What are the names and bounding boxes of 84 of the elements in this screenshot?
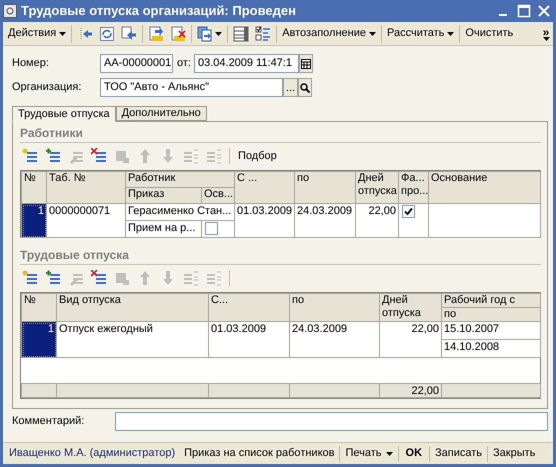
refresh-icon[interactable] — [99, 26, 116, 42]
section-title: Трудовые отпуска — [20, 247, 129, 264]
column-header[interactable]: Приказ — [126, 188, 202, 204]
column-header[interactable]: № — [22, 294, 56, 322]
field-label: Организация: — [12, 80, 82, 96]
document-arrow-icon[interactable] — [148, 26, 164, 42]
caret-icon — [369, 32, 376, 36]
delete-row-icon[interactable] — [91, 270, 107, 286]
table-cell: 15.10.2007 — [442, 322, 540, 340]
row-number[interactable]: 1 — [22, 322, 56, 358]
column-header[interactable]: Работник — [126, 172, 234, 188]
table-cell: 0000000071 — [46, 204, 126, 238]
comment-field[interactable] — [115, 412, 548, 431]
column-header[interactable]: С ... — [234, 172, 294, 204]
table-cell: Герасименко Стан... — [126, 204, 234, 220]
table-cell: 24.03.2009 — [294, 204, 356, 238]
overflow-button[interactable]: » — [539, 26, 553, 40]
rows-icon[interactable] — [233, 26, 250, 42]
menu-button[interactable]: Рассчитать — [384, 24, 458, 44]
copy-row-icon[interactable] — [45, 270, 61, 286]
table-cell: 14.10.2008 — [442, 340, 540, 358]
document-delete-icon[interactable] — [170, 26, 186, 42]
caret-icon — [59, 32, 66, 36]
column-header[interactable]: № — [22, 172, 46, 204]
column-header[interactable]: Фа... про... — [398, 172, 428, 204]
column-header[interactable]: Осв... — [202, 188, 234, 204]
date-field[interactable]: 03.04.2009 11:47:1 — [194, 54, 299, 73]
column-header[interactable]: Дней отпуска — [356, 172, 398, 204]
column-header[interactable]: по — [294, 172, 356, 204]
maximize-icon[interactable] — [517, 4, 531, 18]
calendar-button[interactable] — [298, 54, 313, 73]
column-header[interactable]: Рабочий год с — [442, 294, 540, 308]
menu-button[interactable]: Действия — [5, 24, 70, 44]
add-row-icon[interactable] — [22, 148, 38, 164]
caret-icon — [542, 36, 550, 40]
total-cell: 22,00 — [380, 384, 442, 398]
field-label: от: — [177, 56, 191, 72]
ok-button[interactable]: OK — [398, 445, 430, 462]
table-cell: Отпуск ежегодный — [56, 322, 208, 358]
arrow-right-icon[interactable] — [121, 26, 138, 42]
table-cell: 01.03.2009 — [234, 204, 294, 238]
tab[interactable]: Дополнительно — [116, 106, 207, 121]
field-label: Номер: — [12, 56, 50, 72]
column-header[interactable]: по — [442, 308, 540, 322]
select-button[interactable]: ... — [283, 78, 298, 97]
checkbox[interactable] — [402, 205, 415, 218]
print-button[interactable]: Печать — [340, 445, 398, 462]
footer-button[interactable]: Закрыть — [488, 445, 540, 462]
number-field[interactable]: АА-00000001 — [100, 54, 173, 73]
column-header[interactable]: Таб. № — [46, 172, 126, 204]
table-cell: 24.03.2009 — [290, 322, 380, 358]
column-header[interactable]: Вид отпуска — [56, 294, 208, 322]
column-header[interactable]: Основание — [428, 172, 540, 204]
pick-button[interactable]: Подбор — [237, 148, 278, 164]
column-header[interactable]: по — [290, 294, 380, 322]
column-header[interactable]: Дней отпуска — [380, 294, 442, 322]
close-icon[interactable] — [537, 4, 551, 18]
window-title: Трудовые отпуска организаций: Проведен — [21, 2, 297, 20]
footer-button[interactable]: Приказ на список работников — [179, 445, 340, 462]
column-header[interactable]: С... — [208, 294, 290, 322]
tab[interactable]: Трудовые отпуска — [12, 106, 116, 122]
app-icon — [3, 4, 17, 18]
document-copy-icon[interactable] — [197, 26, 214, 42]
row-number[interactable]: 1 — [22, 204, 46, 238]
caret-icon — [447, 32, 454, 36]
caret-icon — [215, 32, 222, 36]
user-name: Иващенко М.А. (администратор) — [8, 446, 176, 462]
table-cell: 01.03.2009 — [208, 322, 290, 358]
delete-row-icon[interactable] — [91, 148, 107, 164]
caret-icon — [386, 452, 393, 456]
search-button[interactable] — [298, 78, 312, 97]
menu-button[interactable]: Автозаполнение — [279, 24, 379, 44]
field-label: Комментарий: — [12, 414, 86, 430]
checklist-icon[interactable] — [255, 26, 272, 42]
checkbox[interactable] — [205, 222, 218, 235]
clear-button[interactable]: Очистить — [462, 24, 516, 44]
copy-row-icon[interactable] — [45, 148, 61, 164]
section-title: Работники — [20, 125, 83, 142]
footer-button[interactable]: Записать — [430, 445, 488, 462]
table-cell: Прием на р... — [126, 220, 202, 238]
add-row-icon[interactable] — [22, 270, 38, 286]
table-cell: 22,00 — [380, 322, 442, 358]
table-cell: 22,00 — [356, 204, 398, 238]
organization-field[interactable]: ТОО "Авто - Альянс" — [100, 78, 283, 97]
